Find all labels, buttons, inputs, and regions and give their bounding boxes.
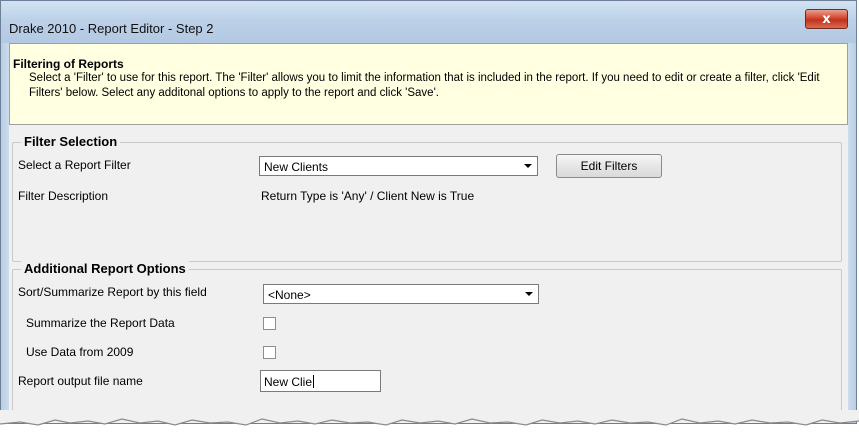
edit-filters-button[interactable]: Edit Filters (556, 154, 662, 178)
instructions-heading: Filtering of Reports (13, 57, 124, 71)
additional-options-group: Additional Report Options Sort/Summarize… (12, 261, 842, 411)
text-caret (313, 375, 315, 388)
close-button[interactable]: x (805, 9, 848, 29)
use-prior-year-data-label: Use Data from 2009 (26, 345, 134, 359)
window-title: Drake 2010 - Report Editor - Step 2 (9, 21, 214, 36)
sort-field-dropdown[interactable]: <None> (263, 284, 539, 304)
close-icon: x (822, 11, 831, 27)
filter-description-label: Filter Description (18, 189, 109, 203)
filter-description-value: Return Type is 'Any' / Client New is Tru… (261, 189, 475, 203)
sort-field-value: <None> (268, 288, 311, 302)
window-right-border (848, 43, 856, 423)
additional-options-legend: Additional Report Options (21, 261, 189, 276)
sort-field-label: Sort/Summarize Report by this field (18, 285, 207, 299)
chevron-down-icon[interactable] (520, 158, 536, 174)
instructions-text: Select a 'Filter' to use for this report… (29, 72, 820, 99)
output-file-name-label: Report output file name (18, 374, 143, 388)
summarize-data-label: Summarize the Report Data (26, 316, 175, 330)
report-editor-window: Drake 2010 - Report Editor - Step 2 x Fi… (0, 0, 857, 424)
dialog-body: Filtering of Reports Select a 'Filter' t… (9, 43, 848, 423)
summarize-data-checkbox[interactable] (263, 317, 276, 330)
use-prior-year-data-checkbox[interactable] (263, 346, 276, 359)
filter-selection-group: Filter Selection Select a Report Filter … (12, 134, 842, 262)
filter-selection-legend: Filter Selection (21, 134, 121, 149)
chevron-down-icon[interactable] (521, 286, 537, 302)
output-file-name-input[interactable]: New Clie (260, 370, 381, 392)
output-file-name-value: New Clie (264, 375, 313, 389)
report-filter-dropdown[interactable]: New Clients (259, 156, 538, 176)
edit-filters-label: Edit Filters (580, 159, 638, 173)
instructions-panel: Filtering of Reports Select a 'Filter' t… (9, 43, 848, 125)
title-bar[interactable]: Drake 2010 - Report Editor - Step 2 x (1, 1, 856, 43)
torn-edge-decoration (0, 410, 859, 426)
window-left-border (1, 43, 9, 423)
select-filter-label: Select a Report Filter (18, 158, 131, 172)
report-filter-value: New Clients (264, 160, 329, 174)
